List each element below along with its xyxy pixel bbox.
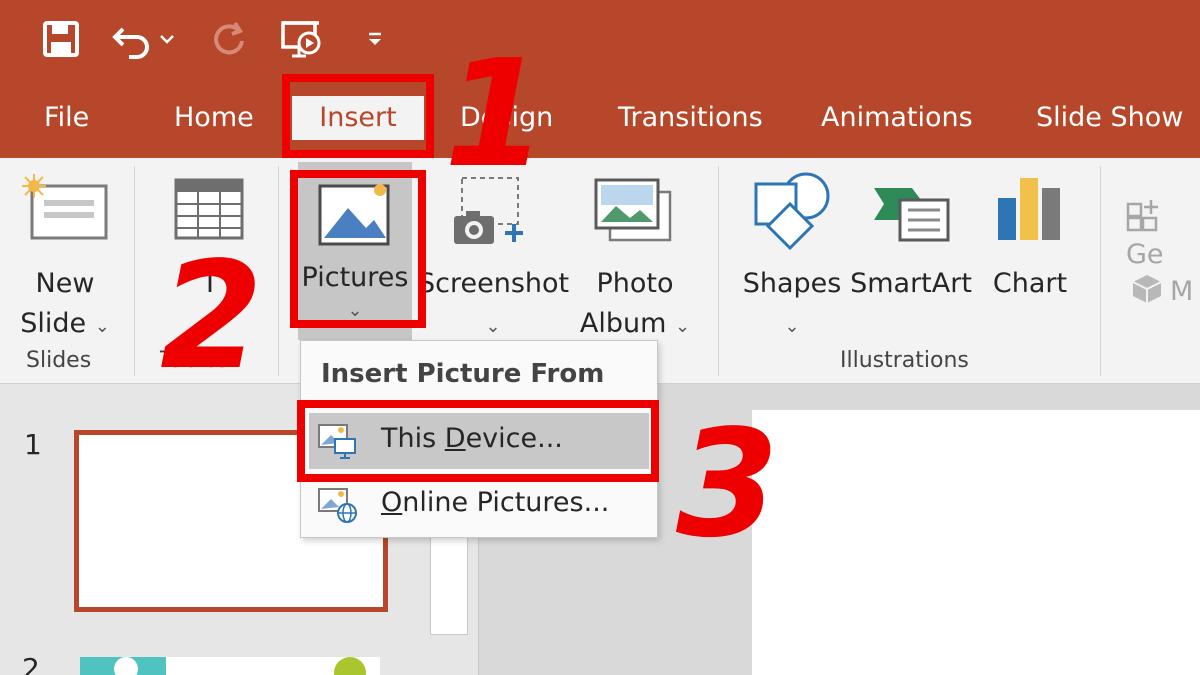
online-picture-icon: [317, 487, 357, 523]
group-divider: [278, 166, 279, 376]
title-bar: File Home Insert Design Transitions Anim…: [0, 0, 1200, 158]
undo-dropdown-chevron-icon[interactable]: [152, 14, 182, 64]
smartart-icon: [848, 168, 974, 264]
annotation-box-insert-tab: [282, 74, 434, 158]
photo-album-icon: [570, 168, 700, 264]
slide-thumbnail[interactable]: [80, 657, 380, 675]
new-slide-label-line2: Slide: [20, 308, 87, 339]
get-addins-label: Ge: [1126, 239, 1164, 270]
screenshot-label: Screenshot: [418, 268, 570, 299]
customize-qat-icon[interactable]: [350, 14, 400, 64]
tab-transitions[interactable]: Transitions: [618, 96, 763, 140]
shapes-icon: [736, 168, 848, 264]
online-pictures-label-accel: O: [381, 487, 403, 518]
slideshow-from-start-icon[interactable]: [276, 14, 326, 64]
chevron-down-icon: ⌄: [675, 316, 691, 337]
new-slide-label: New: [35, 268, 95, 299]
tab-slide-show[interactable]: Slide Show: [1036, 96, 1183, 140]
annotation-box-pictures: [290, 170, 426, 328]
smartart-label: SmartArt: [850, 268, 972, 299]
tab-home[interactable]: Home: [174, 96, 254, 140]
my-addins-label: M: [1170, 276, 1194, 307]
slide-number: 1: [24, 428, 42, 461]
smartart-button[interactable]: SmartArt: [848, 168, 974, 304]
photo-album-label-line2: Album: [579, 308, 667, 339]
store-icon: [1126, 198, 1164, 239]
menu-item-online-pictures[interactable]: Online Pictures...: [309, 477, 649, 533]
annotation-box-this-device: [297, 400, 659, 482]
tab-file[interactable]: File: [44, 96, 89, 140]
menu-header: Insert Picture From: [321, 359, 605, 389]
chevron-down-icon: ⌄: [784, 316, 800, 337]
get-addins-button[interactable]: Ge: [1126, 198, 1200, 270]
undo-icon[interactable]: [108, 14, 158, 64]
cube-icon: [1130, 272, 1164, 313]
group-divider: [1100, 166, 1101, 376]
chart-label: Chart: [992, 268, 1068, 299]
chart-icon: [982, 168, 1078, 264]
group-label-slides: Slides: [26, 348, 92, 373]
annotation-step-2: 2: [160, 230, 263, 402]
new-slide-icon: [6, 168, 124, 264]
annotation-step-3: 3: [676, 398, 779, 570]
shapes-label: Shapes: [742, 268, 842, 299]
redo-icon[interactable]: [204, 14, 254, 64]
group-divider: [718, 166, 719, 376]
photo-album-button[interactable]: Photo Album ⌄: [570, 168, 700, 347]
my-addins-button[interactable]: M: [1130, 272, 1193, 313]
scrollbar-thumb[interactable]: [430, 535, 468, 635]
new-slide-button[interactable]: New Slide ⌄: [6, 168, 124, 347]
annotation-step-1: 1: [444, 28, 547, 200]
save-icon[interactable]: [36, 14, 86, 64]
photo-album-label: Photo: [596, 268, 674, 299]
online-pictures-label-post: nline Pictures...: [402, 487, 610, 518]
chart-button[interactable]: Chart: [982, 168, 1078, 304]
group-divider: [134, 166, 135, 376]
group-label-illustrations: Illustrations: [840, 348, 969, 373]
slide-number: 2: [22, 652, 40, 675]
slide-canvas[interactable]: [752, 410, 1200, 675]
chevron-down-icon: ⌄: [94, 316, 110, 337]
shapes-button[interactable]: Shapes ⌄: [736, 168, 848, 347]
tab-animations[interactable]: Animations: [821, 96, 973, 140]
